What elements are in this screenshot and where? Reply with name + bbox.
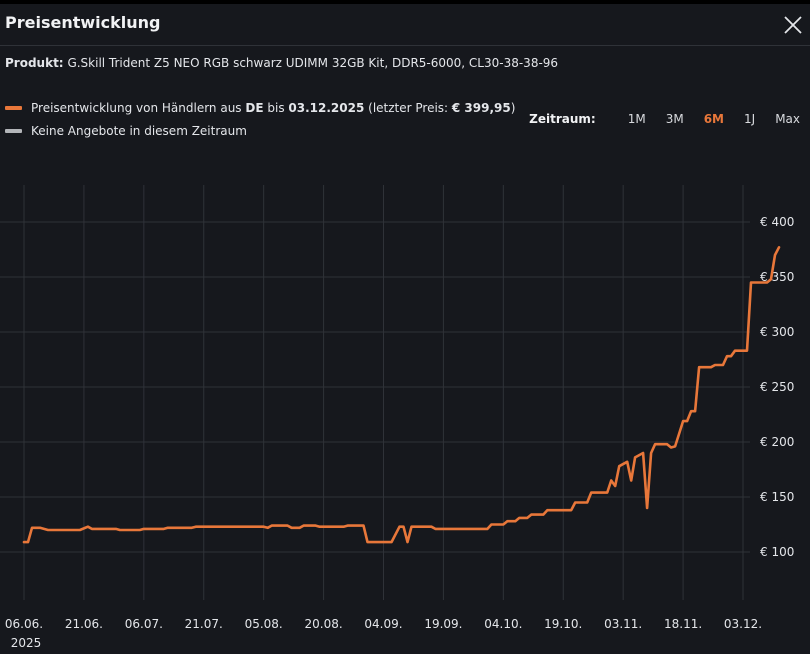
price-series-line (22, 246, 781, 544)
x-tick-label: 03.11. (604, 617, 642, 631)
x-tick-label: 06.07. (125, 617, 163, 631)
x-tick-label: 06.06. (5, 617, 43, 631)
x-tick-label: 21.07. (185, 617, 223, 631)
x-tick-label: 03.12. (724, 617, 762, 631)
y-tick-label: € 400 (760, 215, 794, 229)
y-tick-label: € 250 (760, 380, 794, 394)
price-chart: € 100€ 150€ 200€ 250€ 300€ 350€ 40006.06… (0, 185, 794, 650)
x-tick-year: 2025 (11, 636, 42, 650)
y-tick-label: € 300 (760, 325, 794, 339)
x-tick-label: 19.09. (424, 617, 462, 631)
x-tick-label: 20.08. (304, 617, 342, 631)
x-tick-label: 05.08. (245, 617, 283, 631)
x-tick-label: 19.10. (544, 617, 582, 631)
x-tick-label: 04.10. (484, 617, 522, 631)
x-tick-label: 18.11. (664, 617, 702, 631)
x-tick-label: 04.09. (364, 617, 402, 631)
y-tick-label: € 100 (760, 545, 794, 559)
x-tick-label: 21.06. (65, 617, 103, 631)
y-tick-label: € 200 (760, 435, 794, 449)
y-tick-label: € 150 (760, 490, 794, 504)
